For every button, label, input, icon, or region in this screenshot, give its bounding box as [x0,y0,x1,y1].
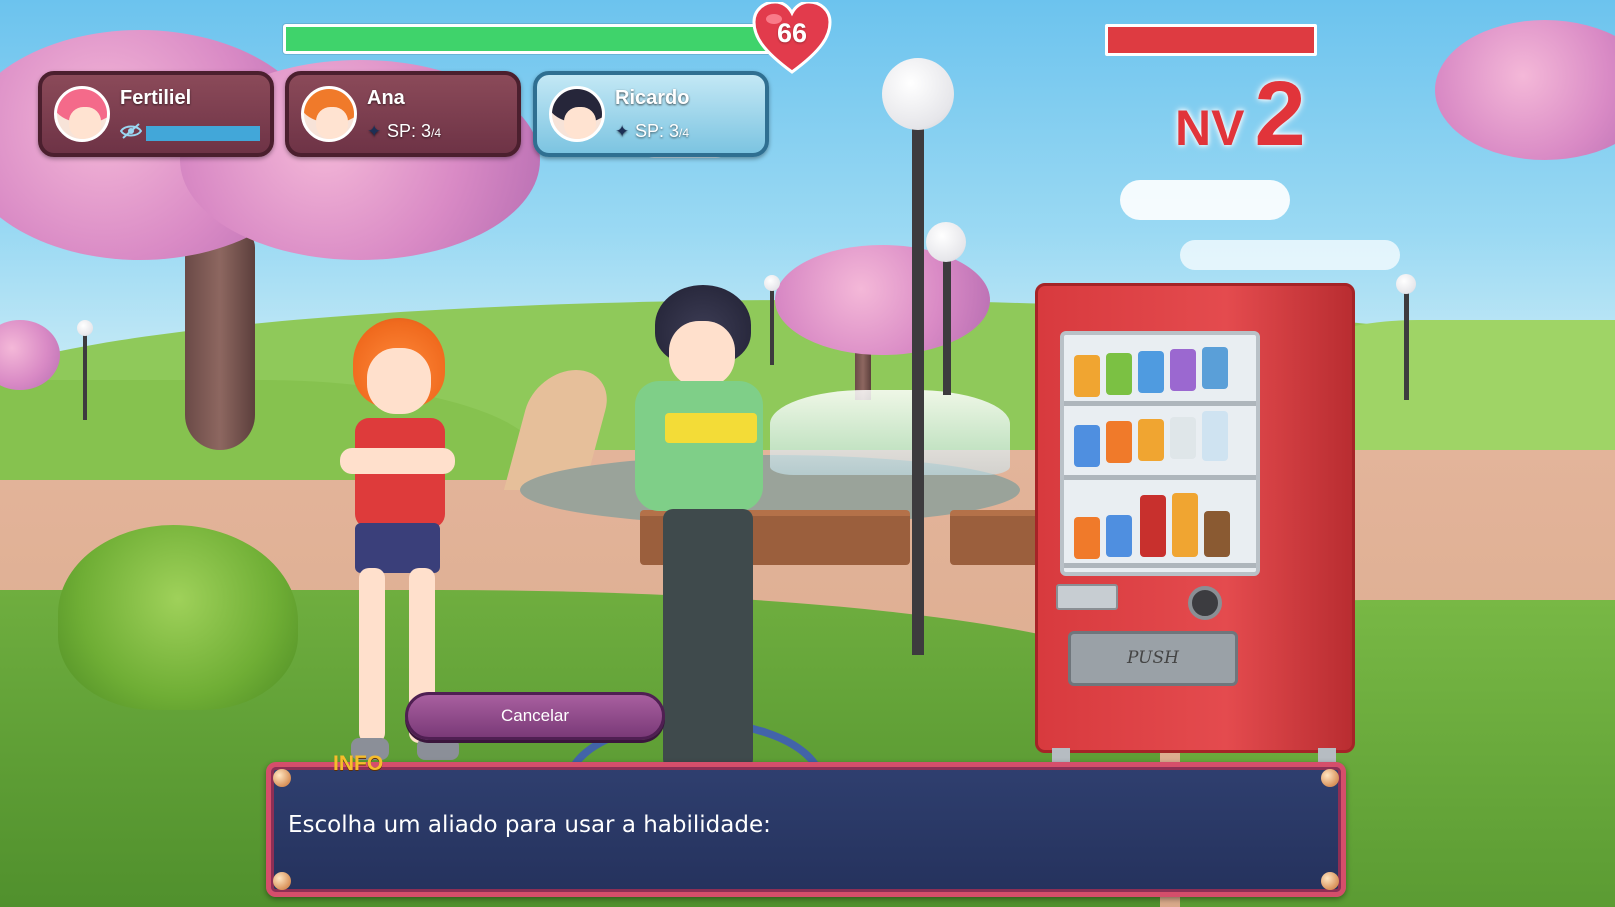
drink-can [1170,349,1196,391]
blind-eye-icon [120,123,142,139]
party-hp-value: 66 [776,18,808,48]
lamp-globe [1396,274,1416,294]
coin-knob [1188,586,1222,620]
dialog-text: Escolha um aliado para usar a habilidade… [288,812,771,838]
party-member-name: Ricardo [615,87,690,109]
sp-max: /4 [431,126,442,140]
avatar-face [564,107,596,139]
lamp-post [943,255,951,395]
green-bush [58,525,298,710]
party-member-name: Fertiliel [120,87,192,109]
avatar [301,86,357,142]
lamp-globe [77,320,93,336]
vending-machine-window [1060,331,1260,576]
party-card-ricardo[interactable]: Ricardo ✦ SP: 3/4 [533,71,769,157]
sp-value: SP: 3 [635,121,680,141]
drink-can [1074,517,1100,559]
avatar [54,86,110,142]
dialog-tag: INFO [333,752,384,775]
fountain-water [770,390,1010,475]
ana-leg [359,568,385,743]
cherry-blossom [775,245,990,355]
dialog-rivet [1321,872,1339,890]
sparkle-icon: ✦ [615,122,630,141]
enemy-level-prefix: NV [1175,100,1245,156]
lamp-globe [882,58,954,130]
avatar-face [69,107,101,139]
enemy-level-number: 2 [1254,63,1306,165]
sp-value: SP: 3 [387,121,432,141]
drink-bottle [1202,411,1228,461]
party-hp-fill [286,27,770,51]
drink-can [1204,511,1230,557]
enemy-hp-fill [1108,27,1314,53]
drink-can [1202,347,1228,389]
party-card-ana[interactable]: Ana ✦ SP: 3/4 [285,71,521,157]
drink-can [1106,353,1132,395]
mp-fill [146,126,260,141]
enemy-hp-bar [1105,24,1317,56]
mp-bar [146,126,260,141]
drink-can [1138,351,1164,393]
vending-shelf [1064,475,1256,480]
ricardo-sweater-stripe [665,413,757,443]
avatar-face [316,107,348,139]
avatar [549,86,605,142]
dialog-rivet [273,872,291,890]
party-member-name: Ana [367,87,405,109]
push-flap: PUSH [1068,631,1238,686]
drink-can [1106,421,1132,463]
drink-can [1106,515,1132,557]
cloud [1120,180,1290,220]
sp-counter: ✦ SP: 3/4 [367,121,441,142]
ricardo-sweater [635,381,763,511]
vending-machine-enemy[interactable]: PUSH [1035,283,1355,774]
tree-trunk [185,230,255,450]
drink-can [1074,355,1100,397]
drink-bottle [1140,495,1166,557]
dialog-rivet [1321,769,1339,787]
party-hp-bar [283,24,773,54]
ana-arms [340,448,455,474]
ana-shorts [355,523,440,573]
drink-can [1170,417,1196,459]
sparkle-icon: ✦ [367,122,382,141]
sp-counter: ✦ SP: 3/4 [615,121,689,142]
ricardo-face [669,321,735,387]
sp-max: /4 [679,126,690,140]
ana-face [367,348,431,414]
cancel-button[interactable]: Cancelar [405,692,665,740]
enemy-level: NV 2 [1175,62,1306,165]
party-card-fertiliel[interactable]: Fertiliel [38,71,274,157]
drink-can [1138,419,1164,461]
ricardo-pants [663,509,753,769]
drink-bottle [1172,493,1198,557]
coin-slot [1056,584,1118,610]
lamp-post [83,330,87,420]
vending-shelf [1064,401,1256,406]
park-bench [950,510,1040,565]
cloud [1180,240,1400,270]
drink-can [1074,425,1100,467]
vending-shelf [1064,563,1256,568]
ana-shoe [417,738,459,760]
dialog-rivet [273,769,291,787]
lamp-globe [926,222,966,262]
lamp-post [1404,285,1409,400]
lamp-post [912,115,924,655]
